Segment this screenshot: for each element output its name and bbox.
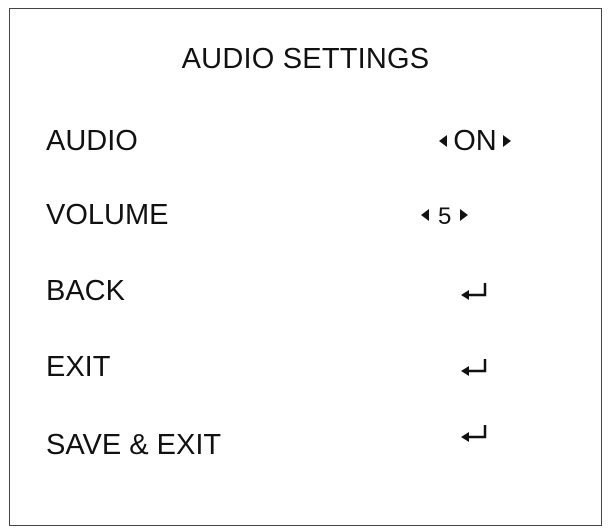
triangle-right-icon[interactable] [458, 195, 470, 235]
menu-item-label: SAVE & EXIT [46, 429, 222, 461]
menu-item-back[interactable]: BACK [10, 271, 601, 311]
menu-item-label: VOLUME [46, 199, 169, 231]
enter-return-icon[interactable] [457, 413, 493, 453]
enter-return-icon[interactable] [457, 347, 493, 387]
menu-title: AUDIO SETTINGS [181, 43, 430, 75]
menu-item-label: EXIT [46, 351, 111, 383]
menu-item-exit[interactable]: EXIT [10, 347, 601, 387]
menu-item-label: AUDIO [46, 125, 138, 157]
exit-enter-control[interactable] [395, 347, 555, 387]
menu-item-label: BACK [46, 275, 125, 307]
audio-value-selector[interactable]: ON [395, 121, 555, 161]
triangle-right-icon[interactable] [501, 121, 513, 161]
menu-item-save-exit[interactable]: SAVE & EXIT [10, 425, 601, 465]
audio-value: ON [453, 125, 497, 157]
volume-value: 5 [438, 203, 452, 230]
volume-value-selector[interactable]: 5 [395, 195, 555, 235]
enter-return-icon[interactable] [457, 271, 493, 311]
triangle-left-icon[interactable] [419, 195, 431, 235]
menu-item-audio[interactable]: AUDIO ON [10, 121, 601, 161]
triangle-left-icon[interactable] [437, 121, 449, 161]
audio-settings-menu: AUDIO SETTINGS AUDIO ON VOLUME 5 BACK EX… [9, 8, 602, 526]
save-exit-enter-control[interactable] [395, 413, 555, 453]
back-enter-control[interactable] [395, 271, 555, 311]
menu-item-volume[interactable]: VOLUME 5 [10, 195, 601, 235]
